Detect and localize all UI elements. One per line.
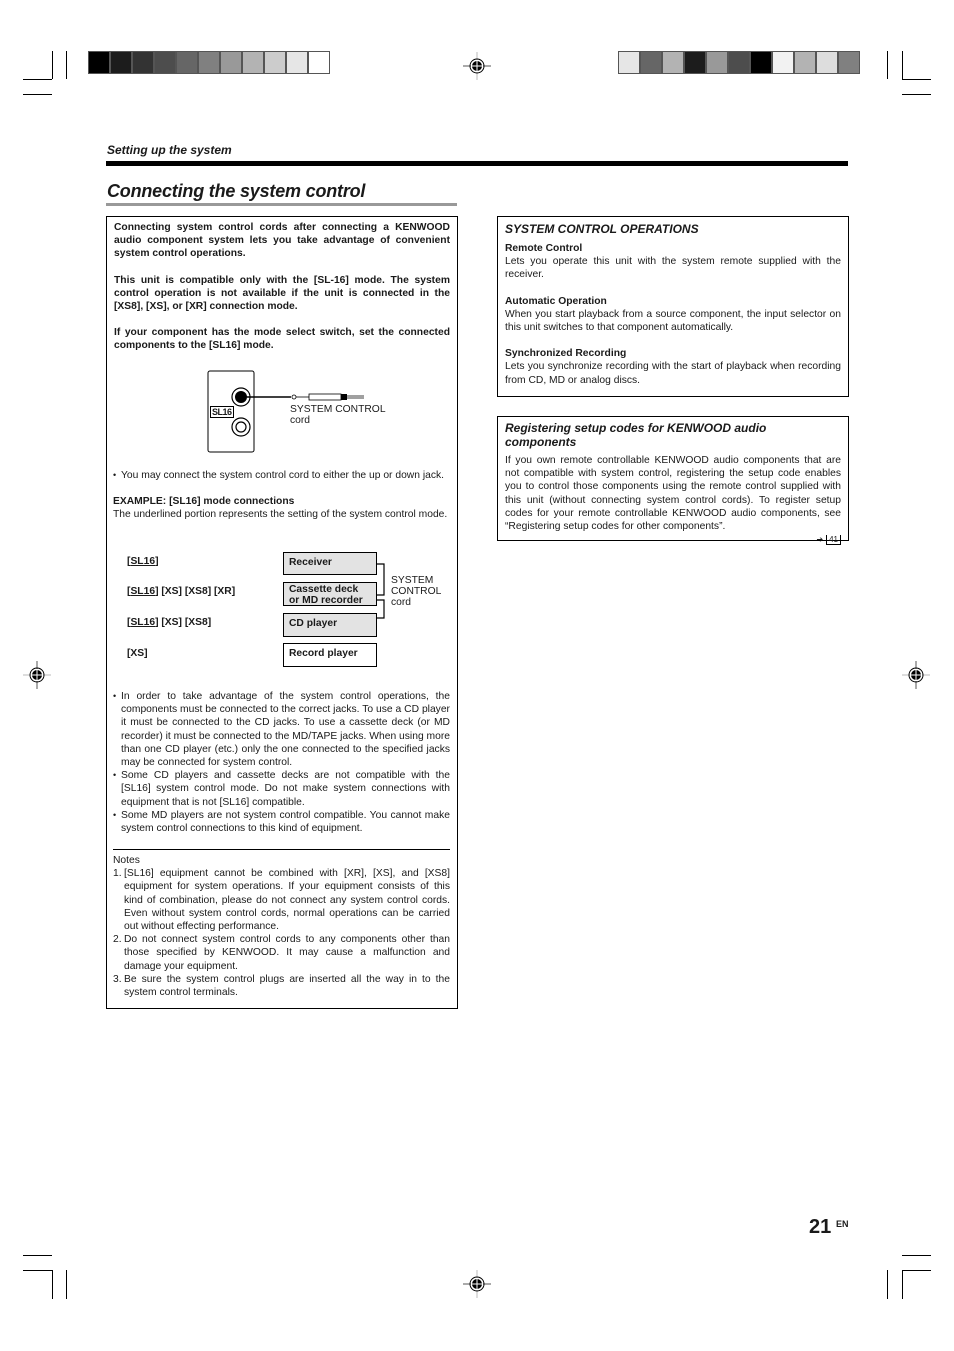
color-swatch: [111, 52, 131, 73]
example-description: The underlined portion represents the se…: [113, 509, 448, 521]
color-swatch: [795, 52, 815, 73]
mode-label-cd: [SL16] [XS] [XS8]: [127, 617, 212, 628]
registering-text: If you own remote controllable KENWOOD a…: [505, 455, 841, 533]
section-label: Setting up the system: [107, 143, 232, 157]
color-swatch: [221, 52, 241, 73]
cord-label-line: cord: [290, 415, 311, 426]
cord-label-line: SYSTEM CONTROL: [290, 404, 386, 415]
notes-heading: Notes: [113, 855, 140, 866]
system-control-cord-lines: [376, 563, 385, 619]
registering-setup-codes-box: Registering setup codes for KENWOOD audi…: [497, 416, 849, 546]
notes-divider: [113, 849, 450, 850]
component-record-player: Record player: [283, 643, 377, 667]
color-swatch: [685, 52, 705, 73]
operation-heading: Automatic Operation: [505, 295, 607, 307]
note-item: 1. [SL16] equipment cannot be combined wi…: [113, 868, 450, 933]
registration-mark-icon: [902, 661, 930, 689]
color-swatch: [839, 52, 859, 73]
registration-mark-icon: [23, 661, 51, 689]
page-number: 21: [809, 1216, 832, 1238]
section-divider: [106, 161, 848, 166]
note-item: 2. Do not connect system control cords to…: [113, 934, 450, 972]
color-swatch: [287, 52, 307, 73]
sl16-panel-label: SL16: [210, 406, 234, 418]
operation-text: When you start playback from a source co…: [505, 308, 841, 334]
component-cd-player: CD player: [283, 613, 377, 637]
color-swatch: [177, 52, 197, 73]
title-underline: [106, 203, 457, 206]
intro-paragraph: This unit is compatible only with the [S…: [114, 274, 450, 313]
operation-item: Synchronized Recording Lets you synchron…: [505, 347, 841, 387]
color-swatch: [133, 52, 153, 73]
color-swatch: [309, 52, 329, 73]
operation-item: Remote Control Lets you operate this uni…: [505, 242, 841, 282]
color-swatch: [619, 52, 639, 73]
operation-text: Lets you synchronize recording with the …: [505, 361, 841, 386]
system-control-operations-box: SYSTEM CONTROL OPERATIONS Remote Control…: [497, 216, 849, 397]
color-swatch: [265, 52, 285, 73]
mode-label-receiver: [SL16]: [127, 556, 159, 567]
mode-label-cassette: [SL16] [XS] [XS8] [XR]: [127, 586, 236, 597]
color-swatch: [155, 52, 175, 73]
bullet-item: Some MD players are not system control c…: [113, 809, 450, 835]
color-swatch: [773, 52, 793, 73]
color-swatch: [199, 52, 219, 73]
registering-title: Registering setup codes for KENWOOD audi…: [505, 421, 767, 449]
color-swatch: [89, 52, 109, 73]
note-item: 3. Be sure the system control plugs are i…: [113, 973, 450, 999]
component-receiver: Receiver: [283, 552, 377, 575]
operation-item: Automatic Operation When you start playb…: [505, 295, 841, 335]
component-cassette-deck: Cassette deck or MD recorder: [283, 582, 377, 606]
color-swatch: [663, 52, 683, 73]
intro-paragraph: If your component has the mode select sw…: [114, 327, 450, 352]
jack-note: You may connect the system control cord …: [113, 469, 450, 482]
cord-label: SYSTEM CONTROL cord: [290, 404, 386, 426]
color-swatch: [751, 52, 771, 73]
operations-title: SYSTEM CONTROL OPERATIONS: [505, 222, 699, 236]
intro-paragraph: Connecting system control cords after co…: [114, 222, 450, 260]
bullet-item: Some CD players and cassette decks are n…: [113, 769, 450, 809]
mode-label-record-player: [XS]: [127, 648, 148, 659]
color-swatch: [729, 52, 749, 73]
color-swatch: [817, 52, 837, 73]
registration-mark-icon: [463, 1270, 491, 1298]
arrow-icon: ➔: [816, 535, 824, 545]
registration-mark-icon: [463, 52, 491, 80]
operation-heading: Synchronized Recording: [505, 348, 627, 360]
page-title: Connecting the system control: [107, 181, 366, 201]
color-swatch: [641, 52, 661, 73]
system-control-cord-label: SYSTEM CONTROL cord: [391, 575, 442, 608]
operation-text: Lets you operate this unit with the syst…: [505, 256, 841, 281]
bullet-item: In order to take advantage of the system…: [113, 690, 450, 769]
color-swatch: [243, 52, 263, 73]
operation-heading: Remote Control: [505, 243, 583, 254]
page-reference[interactable]: ➔ 41: [505, 533, 841, 546]
color-swatch: [707, 52, 727, 73]
color-calibration-bar-left: [88, 51, 330, 74]
example-heading: EXAMPLE: [SL16] mode connections: [113, 496, 295, 508]
page-language: EN: [836, 1219, 849, 1229]
color-calibration-bar-right: [618, 51, 860, 74]
page-ref-number[interactable]: 41: [826, 535, 841, 546]
